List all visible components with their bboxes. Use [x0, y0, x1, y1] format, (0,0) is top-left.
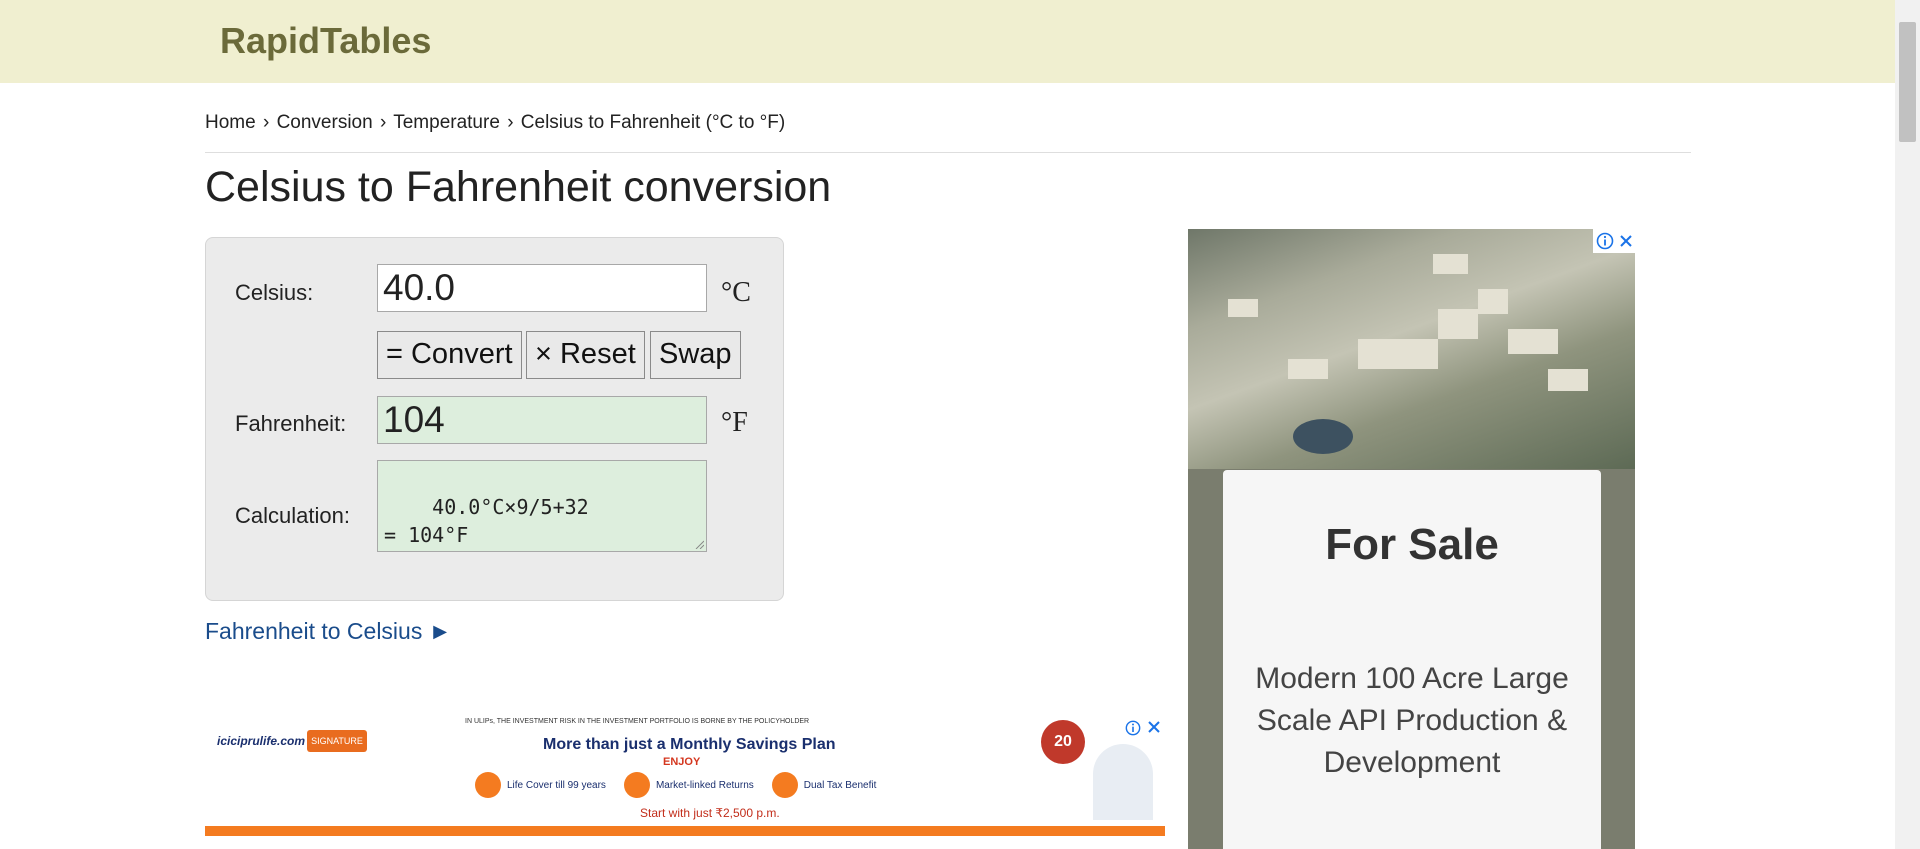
ad-headline: More than just a Monthly Savings Plan: [543, 736, 836, 753]
reset-button[interactable]: × Reset: [526, 331, 645, 379]
ad-enjoy: ENJOY: [663, 756, 701, 768]
ad-offer: Start with just ₹2,500 p.m.: [640, 806, 780, 820]
site-logo[interactable]: RapidTables: [220, 20, 431, 62]
info-icon[interactable]: [1125, 720, 1141, 736]
info-icon[interactable]: [1596, 232, 1614, 250]
ad-card: For Sale Modern 100 Acre Large Scale API…: [1223, 470, 1601, 849]
breadcrumb-separator: ›: [379, 112, 387, 133]
ad-years-value: 20: [1054, 733, 1072, 750]
swap-button[interactable]: Swap: [650, 331, 741, 379]
breadcrumb-conversion[interactable]: Conversion: [277, 112, 373, 133]
fahrenheit-to-celsius-link[interactable]: Fahrenheit to Celsius ►: [205, 618, 452, 645]
ad-description: Modern 100 Acre Large Scale API Producti…: [1255, 662, 1569, 779]
ad-benefit: Market-linked Returns: [623, 772, 754, 798]
page-title: Celsius to Fahrenheit conversion: [205, 163, 832, 211]
ad-benefits: Life Cover till 99 years Market-linked R…: [475, 772, 876, 798]
breadcrumb-separator: ›: [507, 112, 514, 133]
calculation-output[interactable]: 40.0°C×9/5+32 = 104°F: [377, 460, 707, 552]
converter-panel: Celsius: 40.0 °C = Convert × Reset Swap …: [205, 237, 784, 601]
ad-choices[interactable]: [1593, 229, 1635, 253]
ad-title: For Sale: [1325, 520, 1499, 569]
ad-benefit: Dual Tax Benefit: [771, 772, 877, 798]
ad-illustration: [1093, 744, 1153, 820]
ad-benefit-label: Life Cover till 99 years: [507, 779, 606, 791]
celsius-label: Celsius:: [235, 280, 314, 305]
ad-choices[interactable]: [1125, 720, 1161, 736]
breadcrumb-temperature[interactable]: Temperature: [393, 112, 500, 133]
breadcrumb-home[interactable]: Home: [205, 112, 256, 133]
site-header: RapidTables: [0, 0, 1895, 83]
convert-button[interactable]: = Convert: [377, 331, 522, 379]
close-icon[interactable]: [1619, 234, 1633, 248]
ad-benefit: Life Cover till 99 years: [475, 772, 606, 798]
breadcrumb-separator: ›: [262, 112, 270, 133]
ad-footer-bar: [205, 826, 1165, 836]
ad-disclaimer: IN ULIPs, THE INVESTMENT RISK IN THE INV…: [465, 718, 810, 725]
divider: [205, 152, 1691, 153]
ad-benefit-label: Market-linked Returns: [655, 779, 754, 791]
celsius-input[interactable]: 40.0: [377, 264, 707, 312]
ad-benefit-label: Dual Tax Benefit: [803, 779, 877, 791]
ad-badge: SIGNATURE: [307, 730, 367, 752]
scrollbar-thumb[interactable]: [1899, 22, 1916, 142]
fahrenheit-unit: °F: [721, 407, 748, 438]
life-cover-icon: [475, 772, 501, 798]
ad-years-badge: 20: [1041, 720, 1085, 764]
close-icon[interactable]: [1147, 720, 1161, 734]
market-returns-icon: [623, 772, 650, 798]
ad-brand-text: iciciprulife.com: [217, 734, 306, 748]
ad-bottom[interactable]: iciciprulife.com SIGNATURE IN ULIPs, THE…: [205, 714, 1165, 836]
ad-right[interactable]: For Sale Modern 100 Acre Large Scale API…: [1188, 229, 1635, 849]
ad-aerial-photo: [1188, 229, 1635, 469]
resize-handle-icon[interactable]: [694, 539, 704, 549]
fahrenheit-output[interactable]: 104: [377, 396, 707, 444]
fahrenheit-label: Fahrenheit:: [235, 411, 347, 436]
celsius-unit: °C: [721, 277, 751, 308]
calculation-label: Calculation:: [235, 503, 350, 528]
breadcrumb: Home › Conversion › Temperature › Celsiu…: [205, 112, 785, 134]
breadcrumb-current: Celsius to Fahrenheit (°C to °F): [520, 112, 786, 133]
calculation-text: 40.0°C×9/5+32 = 104°F: [384, 495, 589, 547]
tax-benefit-icon: [771, 772, 798, 798]
